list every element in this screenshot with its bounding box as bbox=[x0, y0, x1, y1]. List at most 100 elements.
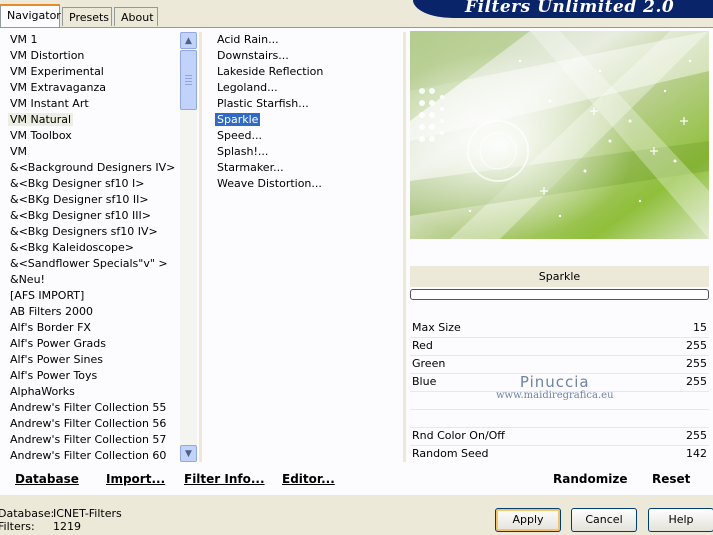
param-row[interactable]: Rnd Color On/Off 255 bbox=[410, 428, 709, 445]
filter-item[interactable]: Speed... bbox=[213, 128, 393, 144]
category-item-label: VM Experimental bbox=[10, 65, 104, 78]
category-item-label: Andrew's Filter Collection 56 bbox=[10, 417, 167, 430]
editor-button[interactable]: Editor... bbox=[282, 470, 335, 488]
category-item-label: &<Bkg Designer sf10 I> bbox=[10, 177, 145, 190]
category-list[interactable]: VM 1 VM Distortion VM Experimental VM Extra… bbox=[6, 32, 178, 464]
column-divider bbox=[403, 32, 406, 462]
category-item[interactable]: Alf's Power Sines bbox=[6, 352, 178, 368]
category-item[interactable]: Andrew's Filter Collection 55 bbox=[6, 400, 178, 416]
category-item[interactable]: Andrew's Filter Collection 56 bbox=[6, 416, 178, 432]
grip-line bbox=[185, 75, 192, 76]
category-item[interactable]: &<Bkg Kaleidoscope> bbox=[6, 240, 178, 256]
filter-item-label: Plastic Starfish... bbox=[217, 97, 309, 110]
scroll-down-button[interactable]: ▼ bbox=[180, 445, 197, 462]
category-item[interactable]: &<Bkg Designer sf10 I> bbox=[6, 176, 178, 192]
category-item[interactable]: VM Extravaganza bbox=[6, 80, 178, 96]
category-item[interactable]: &<BKg Designer sf10 II> bbox=[6, 192, 178, 208]
category-item[interactable]: &<Bkg Designers sf10 IV> bbox=[6, 224, 178, 240]
filter-item[interactable]: Sparkle bbox=[213, 112, 393, 128]
category-item-label: VM Distortion bbox=[10, 49, 85, 62]
filter-item[interactable]: Acid Rain... bbox=[213, 32, 393, 48]
category-item[interactable]: AlphaWorks bbox=[6, 384, 178, 400]
category-item[interactable]: &<Bkg Designer sf10 III> bbox=[6, 208, 178, 224]
param-value: 255 bbox=[686, 339, 707, 352]
category-item[interactable]: Andrew's Filter Collection 60 bbox=[6, 448, 178, 464]
help-button[interactable]: Help bbox=[648, 508, 713, 532]
tab-about[interactable]: About bbox=[114, 7, 158, 26]
category-item[interactable]: [AFS IMPORT] bbox=[6, 288, 178, 304]
param-row[interactable]: Max Size 15 bbox=[410, 320, 709, 337]
filter-info-button[interactable]: Filter Info... bbox=[184, 470, 265, 488]
param-row[interactable]: Green 255 bbox=[410, 356, 709, 373]
column-divider bbox=[199, 32, 202, 462]
category-item[interactable]: Alf's Power Grads bbox=[6, 336, 178, 352]
filter-item[interactable]: Downstairs... bbox=[213, 48, 393, 64]
preview-filter-title: Sparkle bbox=[410, 266, 709, 287]
category-item[interactable]: Alf's Border FX bbox=[6, 320, 178, 336]
category-item[interactable]: VM Distortion bbox=[6, 48, 178, 64]
category-item[interactable]: &<Sandflower Specials"v" > bbox=[6, 256, 178, 272]
filter-list[interactable]: Acid Rain... Downstairs... Lakeside Reflec… bbox=[213, 32, 393, 192]
filter-item[interactable]: Lakeside Reflection bbox=[213, 64, 393, 80]
param-label: Random Seed bbox=[412, 447, 489, 460]
param-label: Red bbox=[412, 339, 433, 352]
filter-item[interactable]: Weave Distortion... bbox=[213, 176, 393, 192]
cancel-button[interactable]: Cancel bbox=[571, 508, 637, 532]
scroll-thumb[interactable] bbox=[180, 50, 197, 110]
category-item-label: VM Instant Art bbox=[10, 97, 89, 110]
scroll-up-button[interactable]: ▲ bbox=[180, 32, 197, 49]
param-label: Blue bbox=[412, 375, 437, 388]
param-label: Rnd Color On/Off bbox=[412, 429, 505, 442]
tab-navigator[interactable]: Navigator bbox=[0, 4, 61, 27]
category-item-label: &Neu! bbox=[10, 273, 45, 286]
category-item[interactable]: VM 1 bbox=[6, 32, 178, 48]
parameter-panel: Max Size 15 Red 255 Green 255 Blue 255 R… bbox=[410, 320, 709, 463]
category-item-label: &<Bkg Designers sf10 IV> bbox=[10, 225, 158, 238]
filter-item[interactable]: Legoland... bbox=[213, 80, 393, 96]
filter-item-label: Acid Rain... bbox=[217, 33, 279, 46]
param-value: 142 bbox=[686, 447, 707, 460]
category-item[interactable]: VM Experimental bbox=[6, 64, 178, 80]
param-value: 15 bbox=[693, 321, 707, 334]
category-item[interactable]: Andrew's Filter Collection 57 bbox=[6, 432, 178, 448]
apply-button[interactable]: Apply bbox=[495, 508, 561, 532]
filter-item[interactable]: Plastic Starfish... bbox=[213, 96, 393, 112]
progress-bar bbox=[410, 289, 709, 300]
filter-item[interactable]: Splash!... bbox=[213, 144, 393, 160]
category-item[interactable]: &<Background Designers IV> bbox=[6, 160, 178, 176]
filter-item-label: Starmaker... bbox=[217, 161, 284, 174]
reset-button[interactable]: Reset bbox=[652, 470, 690, 488]
category-item-label: Alf's Power Sines bbox=[10, 353, 103, 366]
chevron-down-icon: ▼ bbox=[185, 448, 192, 459]
category-item[interactable]: AB Filters 2000 bbox=[6, 304, 178, 320]
param-row[interactable]: Random Seed 142 bbox=[410, 446, 709, 463]
filter-item-label: Sparkle bbox=[215, 113, 261, 126]
database-label: Database: bbox=[0, 507, 55, 520]
category-item-label: &<Sandflower Specials"v" > bbox=[10, 257, 168, 270]
filter-item-label: Legoland... bbox=[217, 81, 278, 94]
category-item-label: &<BKg Designer sf10 II> bbox=[10, 193, 149, 206]
category-item[interactable]: VM bbox=[6, 144, 178, 160]
param-row[interactable]: Blue 255 bbox=[410, 374, 709, 391]
category-item[interactable]: VM Toolbox bbox=[6, 128, 178, 144]
category-item[interactable]: Alf's Power Toys bbox=[6, 368, 178, 384]
param-row[interactable] bbox=[410, 410, 709, 427]
database-button[interactable]: Database bbox=[15, 470, 79, 488]
category-item-label: Alf's Border FX bbox=[10, 321, 91, 334]
preview-image[interactable] bbox=[410, 31, 709, 239]
param-row[interactable]: Red 255 bbox=[410, 338, 709, 355]
import-button[interactable]: Import... bbox=[106, 470, 165, 488]
category-scrollbar[interactable]: ▲ ▼ bbox=[180, 32, 197, 462]
category-item-label: &<Background Designers IV> bbox=[10, 161, 176, 174]
tab-presets[interactable]: Presets bbox=[62, 7, 112, 26]
category-item[interactable]: VM Natural bbox=[6, 112, 178, 128]
category-item-label: Andrew's Filter Collection 60 bbox=[10, 449, 167, 462]
filter-item-label: Downstairs... bbox=[217, 49, 289, 62]
param-row[interactable] bbox=[410, 392, 709, 409]
category-item-label: Andrew's Filter Collection 57 bbox=[10, 433, 167, 446]
chevron-up-icon: ▲ bbox=[185, 35, 192, 46]
filter-item[interactable]: Starmaker... bbox=[213, 160, 393, 176]
category-item[interactable]: &Neu! bbox=[6, 272, 178, 288]
randomize-button[interactable]: Randomize bbox=[553, 470, 627, 488]
category-item[interactable]: VM Instant Art bbox=[6, 96, 178, 112]
